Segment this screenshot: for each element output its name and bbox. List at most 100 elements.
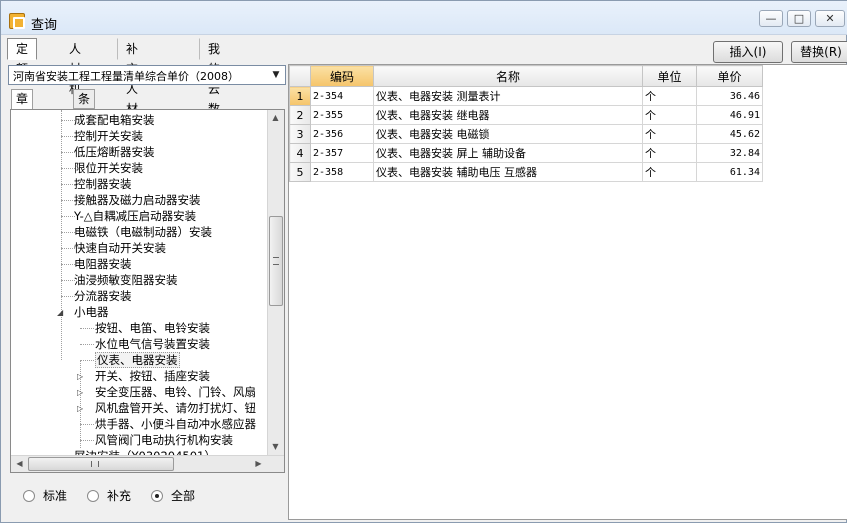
table-row[interactable]: 1 2-354 仪表、电器安装 测量表计 个 36.46 bbox=[289, 86, 763, 106]
expand-icon[interactable]: ▷ bbox=[77, 404, 86, 413]
tree-item[interactable]: 风管阀门电动执行机构安装 bbox=[95, 432, 233, 448]
tree-item[interactable]: 控制器安装 bbox=[74, 176, 132, 192]
column-header-price[interactable]: 单价 bbox=[696, 65, 763, 87]
chevron-down-icon[interactable]: ▼ bbox=[269, 68, 283, 82]
cell-unit[interactable]: 个 bbox=[642, 124, 697, 144]
tree-guide-line bbox=[61, 280, 75, 281]
tree-item[interactable]: 接触器及磁力启动器安装 bbox=[74, 192, 201, 208]
scroll-down-icon[interactable]: ▼ bbox=[268, 439, 283, 454]
tree-item[interactable]: 控制开关安装 bbox=[74, 128, 143, 144]
insert-button[interactable]: 插入(I) bbox=[713, 41, 783, 63]
row-number: 1 bbox=[289, 86, 311, 106]
window-title: 查询 bbox=[31, 18, 58, 33]
cell-unit[interactable]: 个 bbox=[642, 105, 697, 125]
table-row[interactable]: 3 2-356 仪表、电器安装 电磁锁 个 45.62 bbox=[289, 124, 763, 144]
tree-guide-line bbox=[80, 328, 94, 329]
table-row[interactable]: 5 2-358 仪表、电器安装 辅助电压 互感器 个 61.34 bbox=[289, 162, 763, 182]
tree-vertical-scrollbar[interactable]: ▲ ▼ bbox=[267, 110, 284, 456]
cell-code[interactable]: 2-356 bbox=[310, 124, 374, 144]
tree-item[interactable]: 烘手器、小便斗自动冲水感应器 bbox=[95, 416, 256, 432]
tab-supplementary-lmm[interactable]: 补充人材机 bbox=[117, 38, 147, 136]
radio-all[interactable]: 全部 bbox=[151, 488, 195, 504]
expand-icon[interactable]: ▷ bbox=[77, 388, 86, 397]
scroll-right-icon[interactable]: ▶ bbox=[251, 456, 266, 471]
cell-name[interactable]: 仪表、电器安装 辅助电压 互感器 bbox=[373, 162, 643, 182]
tab-labor-material-machine[interactable]: 人材机 bbox=[60, 38, 90, 96]
tree-item[interactable]: 电磁铁（电磁制动器）安装 bbox=[74, 224, 212, 240]
radio-supplementary[interactable]: 补充 bbox=[87, 488, 131, 504]
tree-guide-line bbox=[61, 136, 75, 137]
tree-guide-line bbox=[80, 440, 94, 441]
horizontal-scroll-thumb[interactable] bbox=[28, 457, 174, 471]
tree-item[interactable]: 按钮、电笛、电铃安装 bbox=[95, 320, 210, 336]
cell-name[interactable]: 仪表、电器安装 继电器 bbox=[373, 105, 643, 125]
tab-chapter-query[interactable]: 章节查询 bbox=[11, 89, 34, 160]
scroll-left-icon[interactable]: ◀ bbox=[12, 456, 27, 471]
tree-item[interactable]: 成套配电箱安装 bbox=[74, 112, 155, 128]
cell-price[interactable]: 32.84 bbox=[696, 143, 763, 163]
expand-icon[interactable]: ▷ bbox=[77, 372, 86, 381]
cell-price[interactable]: 61.34 bbox=[696, 162, 763, 182]
tree-guide-line bbox=[61, 110, 62, 360]
cell-name[interactable]: 仪表、电器安装 测量表计 bbox=[373, 86, 643, 106]
tree-guide-line bbox=[61, 200, 75, 201]
column-header-code[interactable]: 编码 bbox=[310, 65, 374, 87]
column-header-name[interactable]: 名称 bbox=[373, 65, 643, 87]
cell-code[interactable]: 2-357 bbox=[310, 143, 374, 163]
results-grid-area: 编码 名称 单位 单价 1 2-354 仪表、电器安装 测量表计 个 36.46… bbox=[288, 64, 847, 520]
tree-item[interactable]: 低压熔断器安装 bbox=[74, 144, 155, 160]
cell-code[interactable]: 2-358 bbox=[310, 162, 374, 182]
minimize-button[interactable]: — bbox=[759, 10, 783, 27]
tree-item[interactable]: Y-△自耦减压启动器安装 bbox=[74, 208, 196, 224]
tree-item-small-appliances[interactable]: 小电器 bbox=[74, 304, 109, 320]
tree-item[interactable]: 油浸频敏变阻器安装 bbox=[74, 272, 178, 288]
cell-price[interactable]: 46.91 bbox=[696, 105, 763, 125]
tree-item[interactable]: 安全变压器、电铃、门铃、风扇 bbox=[95, 384, 256, 400]
cell-name[interactable]: 仪表、电器安装 屏上 辅助设备 bbox=[373, 143, 643, 163]
tree-guide-line bbox=[80, 424, 94, 425]
radio-standard[interactable]: 标准 bbox=[23, 488, 67, 504]
tab-my-cloud-data[interactable]: 我的云数据 bbox=[199, 38, 229, 136]
left-panel: 河南省安装工程工程量清单综合单价（2008） ▼ 章节查询 条件查询 bbox=[5, 63, 286, 520]
scroll-up-icon[interactable]: ▲ bbox=[268, 110, 283, 125]
cell-unit[interactable]: 个 bbox=[642, 86, 697, 106]
tree-guide-line bbox=[61, 248, 75, 249]
table-row[interactable]: 2 2-355 仪表、电器安装 继电器 个 46.91 bbox=[289, 105, 763, 125]
vertical-scroll-thumb[interactable] bbox=[269, 216, 283, 306]
tree-item[interactable]: 分流器安装 bbox=[74, 288, 132, 304]
title-bar: 查询 — □ ✕ bbox=[1, 1, 847, 35]
radio-circle bbox=[87, 490, 99, 502]
tree-item-selected[interactable]: 仪表、电器安装 bbox=[95, 352, 180, 368]
row-number: 3 bbox=[289, 124, 311, 144]
cell-unit[interactable]: 个 bbox=[642, 143, 697, 163]
tree-guide-line bbox=[61, 152, 75, 153]
cell-price[interactable]: 36.46 bbox=[696, 86, 763, 106]
cell-code[interactable]: 2-355 bbox=[310, 105, 374, 125]
cell-unit[interactable]: 个 bbox=[642, 162, 697, 182]
close-button[interactable]: ✕ bbox=[815, 10, 845, 27]
quota-library-select[interactable]: 河南省安装工程工程量清单综合单价（2008） ▼ bbox=[8, 65, 286, 85]
replace-button[interactable]: 替换(R) bbox=[791, 41, 847, 63]
tree-item[interactable]: 电阻器安装 bbox=[74, 256, 132, 272]
query-window: 查询 — □ ✕ 定额 人材机 补充人材机 我的云数据 插入(I) 替换(R) … bbox=[0, 0, 847, 523]
cell-name[interactable]: 仪表、电器安装 电磁锁 bbox=[373, 124, 643, 144]
column-header-unit[interactable]: 单位 bbox=[642, 65, 697, 87]
tree-horizontal-scrollbar[interactable]: ◀ ▶ bbox=[11, 455, 284, 472]
tree-item[interactable]: 水位电气信号装置安装 bbox=[95, 336, 210, 352]
row-number: 5 bbox=[289, 162, 311, 182]
tree-item[interactable]: 风机盘管开关、请勿打扰灯、钮 bbox=[95, 400, 256, 416]
tree-item[interactable]: 开关、按钮、插座安装 bbox=[95, 368, 210, 384]
tab-quota[interactable]: 定额 bbox=[7, 38, 38, 76]
tree-item[interactable]: 限位开关安装 bbox=[74, 160, 143, 176]
collapse-icon[interactable]: ◢ bbox=[57, 308, 66, 317]
maximize-button[interactable]: □ bbox=[787, 10, 811, 27]
row-number: 2 bbox=[289, 105, 311, 125]
tree-guide-line bbox=[61, 296, 75, 297]
cell-code[interactable]: 2-354 bbox=[310, 86, 374, 106]
tree-guide-line bbox=[80, 344, 94, 345]
table-row[interactable]: 4 2-357 仪表、电器安装 屏上 辅助设备 个 32.84 bbox=[289, 143, 763, 163]
tree-item[interactable]: 快速自动开关安装 bbox=[74, 240, 166, 256]
cell-price[interactable]: 45.62 bbox=[696, 124, 763, 144]
tab-condition-query[interactable]: 条件查询 bbox=[73, 89, 96, 160]
tree-guide-line bbox=[61, 184, 75, 185]
